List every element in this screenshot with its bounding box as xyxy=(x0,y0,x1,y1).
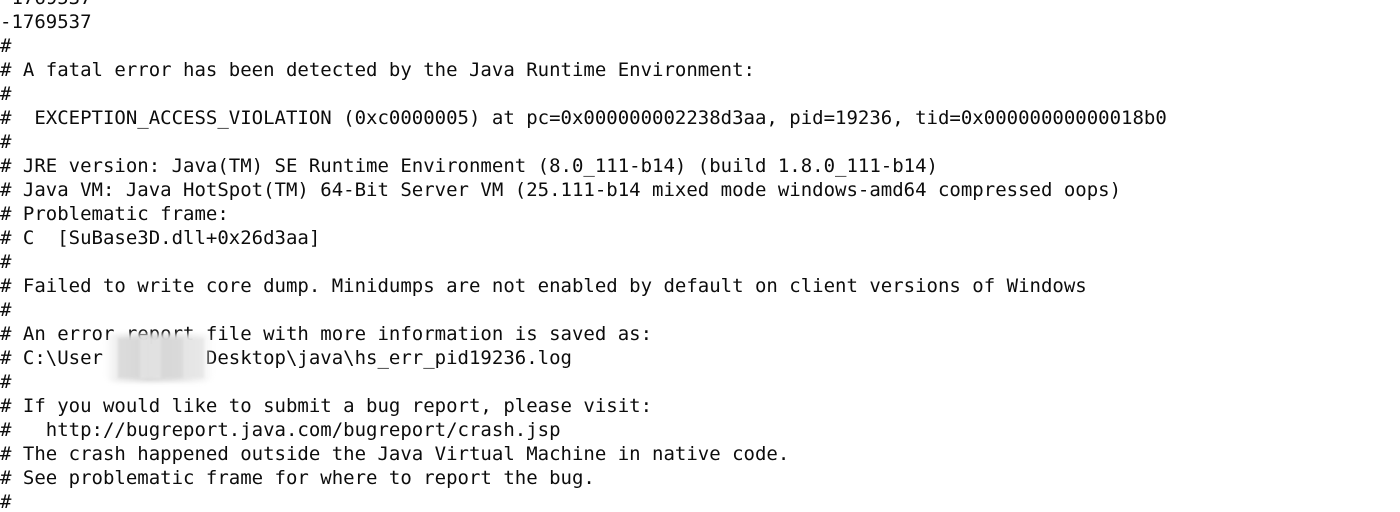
console-line: -1769537 xyxy=(0,11,92,33)
console-line: # Java VM: Java HotSpot(TM) 64-Bit Serve… xyxy=(0,179,1122,201)
console-line: # The crash happened outside the Java Vi… xyxy=(0,443,790,465)
redaction-pixelation xyxy=(118,338,204,378)
console-output[interactable]: -1769537 -1769537 # # A fatal error has … xyxy=(0,0,1167,512)
console-line: # JRE version: Java(TM) SE Runtime Envir… xyxy=(0,155,938,177)
console-line: # Problematic frame: xyxy=(0,203,229,225)
console-line: # xyxy=(0,491,12,512)
console-line: # xyxy=(0,299,12,321)
console-line: # See problematic frame for where to rep… xyxy=(0,467,595,489)
console-line: # xyxy=(0,251,12,273)
console-line: -1769537 xyxy=(0,0,1167,10)
console-line: # xyxy=(0,83,12,105)
console-line: # C [SuBase3D.dll+0x26d3aa] xyxy=(0,227,321,249)
console-line: # A fatal error has been detected by the… xyxy=(0,59,755,81)
console-window[interactable]: -1769537 -1769537 # # A fatal error has … xyxy=(0,0,1400,512)
console-line: # xyxy=(0,35,12,57)
console-line: # If you would like to submit a bug repo… xyxy=(0,395,653,417)
console-line: # xyxy=(0,131,12,153)
console-line: # EXCEPTION_ACCESS_VIOLATION (0xc0000005… xyxy=(0,107,1167,129)
console-line: # http://bugreport.java.com/bugreport/cr… xyxy=(0,419,561,441)
console-line: # Failed to write core dump. Minidumps a… xyxy=(0,275,1087,297)
